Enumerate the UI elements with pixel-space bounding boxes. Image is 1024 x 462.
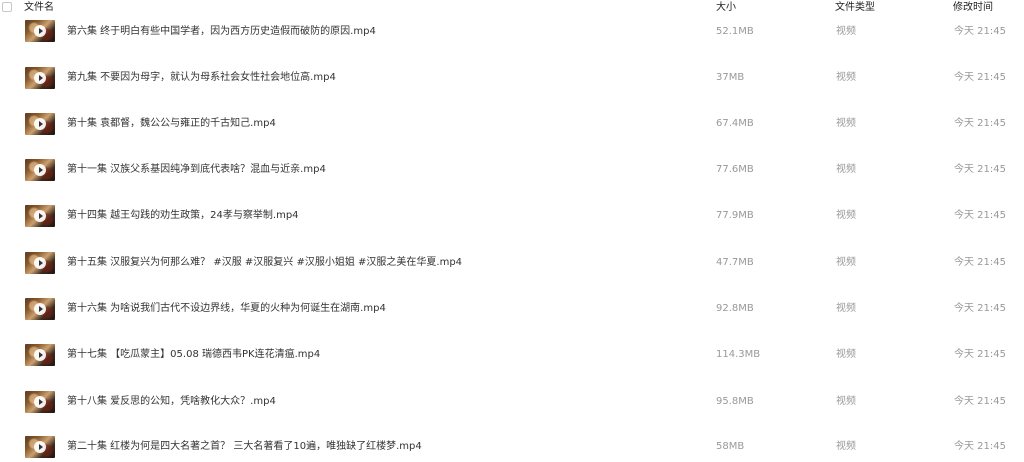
file-size: 77.9MB: [716, 210, 754, 221]
file-size: 47.7MB: [716, 257, 754, 268]
file-row[interactable]: 第十七集 【吃瓜蒙主】05.08 瑞德西韦PK连花清瘟.mp4 114.3MB …: [0, 331, 1024, 377]
play-icon: [34, 257, 46, 269]
file-modified: 今天 21:45: [954, 210, 1006, 221]
file-modified: 今天 21:45: [954, 396, 1006, 407]
file-modified: 今天 21:45: [954, 72, 1006, 83]
file-modified: 今天 21:45: [954, 303, 1006, 314]
file-type: 视频: [836, 26, 856, 37]
play-icon: [34, 118, 46, 130]
file-row[interactable]: 第十六集 为啥说我们古代不设边界线，华夏的火种为何诞生在湖南.mp4 92.8M…: [0, 285, 1024, 331]
file-name[interactable]: 第十一集 汉族父系基因纯净到底代表啥？混血与近亲.mp4: [67, 164, 326, 176]
file-row[interactable]: 第十一集 汉族父系基因纯净到底代表啥？混血与近亲.mp4 77.6MB 视频 今…: [0, 146, 1024, 192]
video-thumbnail[interactable]: [25, 252, 55, 274]
file-type: 视频: [836, 72, 856, 83]
file-name[interactable]: 第十六集 为啥说我们古代不设边界线，华夏的火种为何诞生在湖南.mp4: [67, 303, 386, 315]
file-row[interactable]: 第六集 终于明白有些中国学者，因为西方历史造假而破防的原因.mp4 52.1MB…: [0, 8, 1024, 54]
play-icon: [34, 396, 46, 408]
play-icon: [34, 210, 46, 222]
file-modified: 今天 21:45: [954, 257, 1006, 268]
file-size: 92.8MB: [716, 303, 754, 314]
play-icon: [34, 72, 46, 84]
file-type: 视频: [836, 118, 856, 129]
file-size: 67.4MB: [716, 118, 754, 129]
file-modified: 今天 21:45: [954, 164, 1006, 175]
file-name[interactable]: 第六集 终于明白有些中国学者，因为西方历史造假而破防的原因.mp4: [67, 26, 376, 38]
file-row[interactable]: 第二十集 红楼为何是四大名著之首？ 三大名著看了10遍，唯独缺了红楼梦.mp4 …: [0, 416, 1024, 462]
file-type: 视频: [836, 164, 856, 175]
file-type: 视频: [836, 349, 856, 360]
file-row[interactable]: 第十集 袁都督，魏公公与雍正的千古知己.mp4 67.4MB 视频 今天 21:…: [0, 100, 1024, 146]
video-thumbnail[interactable]: [25, 113, 55, 135]
play-icon: [34, 349, 46, 361]
file-type: 视频: [836, 257, 856, 268]
file-row[interactable]: 第十五集 汉服复兴为何那么难？ #汉服 #汉服复兴 #汉服小姐姐 #汉服之美在华…: [0, 239, 1024, 285]
file-name[interactable]: 第十八集 爱反思的公知，凭啥教化大众？.mp4: [67, 396, 276, 408]
file-size: 52.1MB: [716, 26, 754, 37]
file-size: 37MB: [716, 72, 745, 83]
file-row[interactable]: 第十四集 越王勾践的劝生政策，24孝与察举制.mp4 77.9MB 视频 今天 …: [0, 192, 1024, 238]
file-type: 视频: [836, 396, 856, 407]
file-name[interactable]: 第二十集 红楼为何是四大名著之首？ 三大名著看了10遍，唯独缺了红楼梦.mp4: [67, 441, 422, 453]
video-thumbnail[interactable]: [25, 205, 55, 227]
play-icon: [34, 303, 46, 315]
file-list: 第六集 终于明白有些中国学者，因为西方历史造假而破防的原因.mp4 52.1MB…: [0, 0, 1024, 462]
video-thumbnail[interactable]: [25, 67, 55, 89]
file-modified: 今天 21:45: [954, 349, 1006, 360]
file-type: 视频: [836, 441, 856, 452]
play-icon: [34, 164, 46, 176]
video-thumbnail[interactable]: [25, 298, 55, 320]
play-icon: [34, 441, 46, 453]
file-type: 视频: [836, 303, 856, 314]
file-size: 77.6MB: [716, 164, 754, 175]
video-thumbnail[interactable]: [25, 391, 55, 413]
file-name[interactable]: 第九集 不要因为母字，就认为母系社会女性社会地位高.mp4: [67, 72, 336, 84]
file-name[interactable]: 第十五集 汉服复兴为何那么难？ #汉服 #汉服复兴 #汉服小姐姐 #汉服之美在华…: [67, 257, 462, 269]
file-size: 95.8MB: [716, 396, 754, 407]
video-thumbnail[interactable]: [25, 344, 55, 366]
file-modified: 今天 21:45: [954, 441, 1006, 452]
video-thumbnail[interactable]: [25, 159, 55, 181]
file-size: 58MB: [716, 441, 745, 452]
file-row[interactable]: 第九集 不要因为母字，就认为母系社会女性社会地位高.mp4 37MB 视频 今天…: [0, 54, 1024, 100]
file-name[interactable]: 第十集 袁都督，魏公公与雍正的千古知己.mp4: [67, 118, 276, 130]
file-size: 114.3MB: [716, 349, 761, 360]
play-icon: [34, 25, 46, 37]
file-modified: 今天 21:45: [954, 26, 1006, 37]
video-thumbnail[interactable]: [25, 20, 55, 42]
video-thumbnail[interactable]: [25, 436, 55, 458]
file-name[interactable]: 第十七集 【吃瓜蒙主】05.08 瑞德西韦PK连花清瘟.mp4: [67, 349, 320, 361]
file-type: 视频: [836, 210, 856, 221]
file-name[interactable]: 第十四集 越王勾践的劝生政策，24孝与察举制.mp4: [67, 210, 299, 222]
file-modified: 今天 21:45: [954, 118, 1006, 129]
